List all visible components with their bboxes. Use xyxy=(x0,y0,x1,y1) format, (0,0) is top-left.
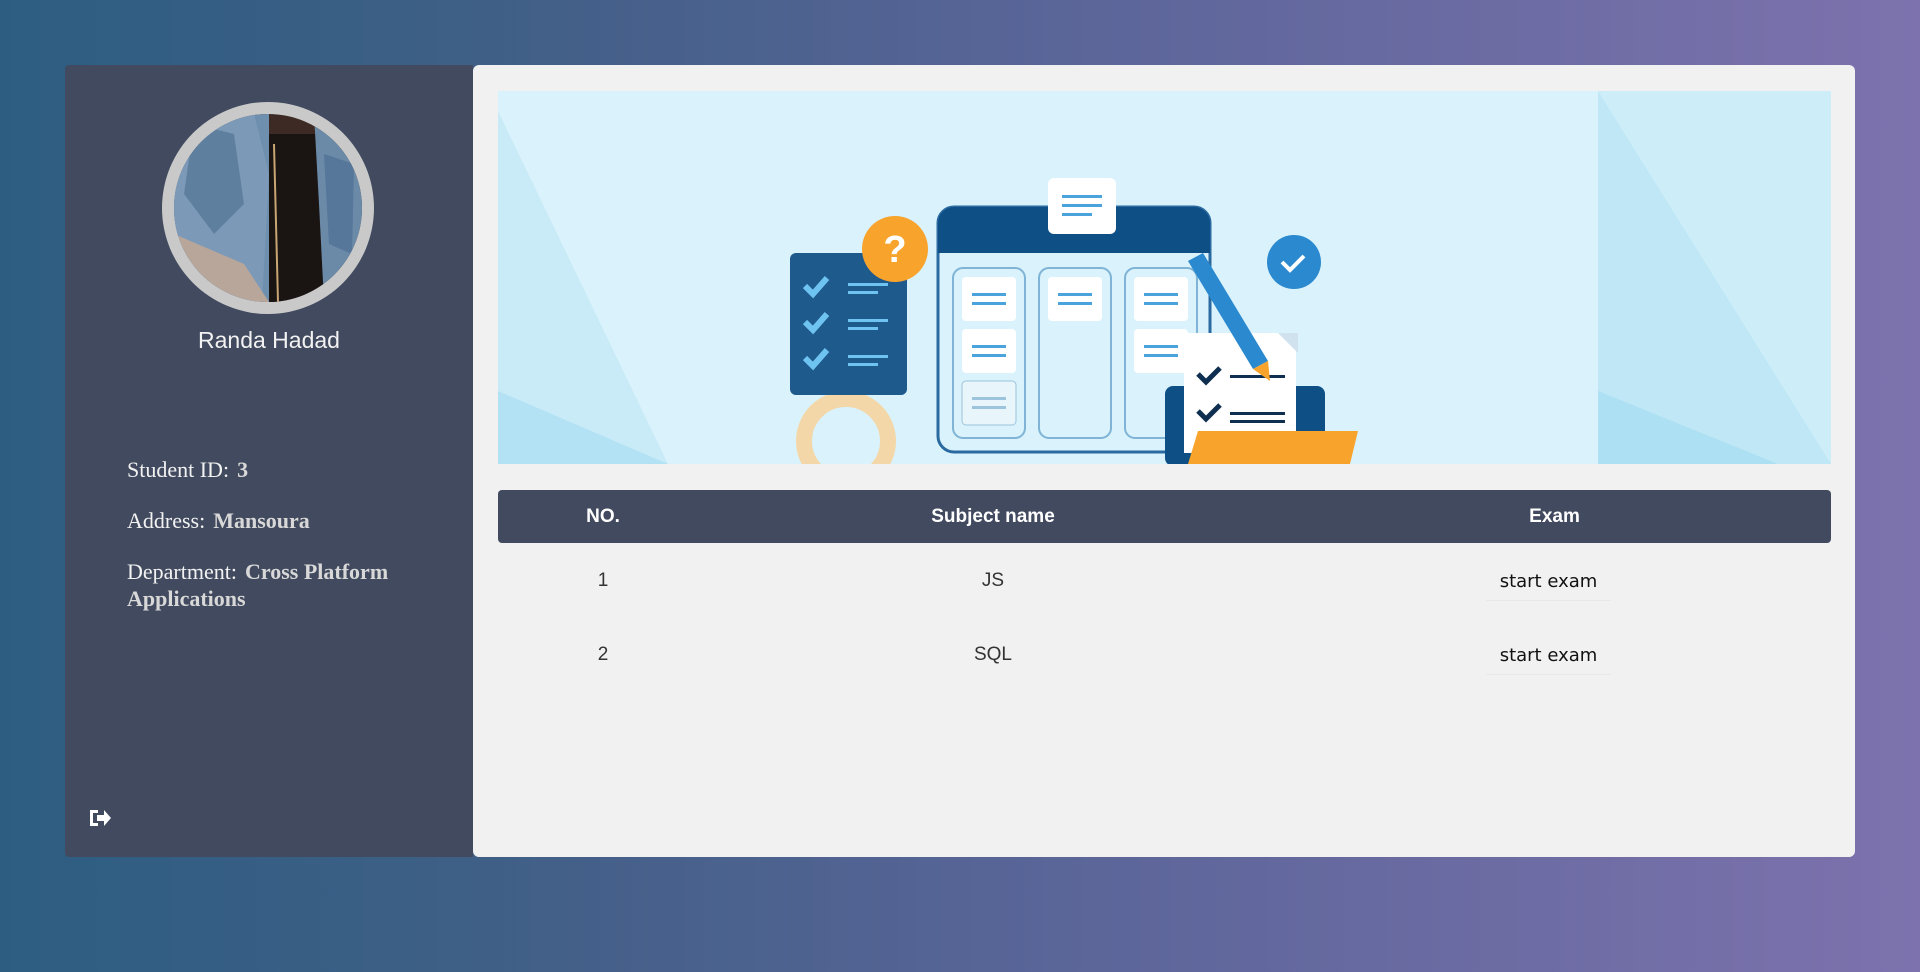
row-number: 1 xyxy=(597,570,609,591)
start-exam-cell: start exam xyxy=(1278,551,1831,611)
row-subject: JS xyxy=(981,570,1005,591)
start-exam-button[interactable]: start exam xyxy=(1485,562,1612,600)
table-row: 1 JS start exam xyxy=(498,551,1831,611)
profile-sidebar: Randa Hadad Student ID: 3 Address: Mansour… xyxy=(65,65,473,857)
address-label: Address: xyxy=(127,508,206,533)
main-panel: ? NO. Subject name Exam 1 JS start exam … xyxy=(473,65,1855,857)
student-id-label: Student ID: xyxy=(127,457,230,482)
header-subject-name: Subject name xyxy=(931,505,1055,527)
svg-text:?: ? xyxy=(883,229,906,271)
address-value: Mansoura xyxy=(213,508,310,533)
student-name: Randa Hadad xyxy=(198,327,340,353)
start-exam-cell: start exam xyxy=(1278,625,1831,685)
row-number: 2 xyxy=(597,644,609,665)
exam-banner-illustration: ? xyxy=(498,91,1831,464)
row-subject: SQL xyxy=(973,644,1013,665)
start-exam-button[interactable]: start exam xyxy=(1485,636,1612,674)
sign-out-icon[interactable] xyxy=(87,805,113,831)
department-label: Department: xyxy=(127,559,237,584)
student-id-value: 3 xyxy=(237,457,249,482)
header-no: NO. xyxy=(586,505,620,527)
avatar xyxy=(174,114,362,302)
table-row: 2 SQL start exam xyxy=(498,625,1831,685)
avatar-ring xyxy=(162,102,374,314)
department-row: Department: Cross Platform Applications xyxy=(127,558,427,612)
header-exam: Exam xyxy=(1529,505,1580,527)
app-shell: Randa Hadad Student ID: 3 Address: Mansour… xyxy=(65,65,1855,857)
address-row: Address: Mansoura xyxy=(127,507,427,534)
student-id-row: Student ID: 3 xyxy=(127,456,427,483)
subjects-table-header: NO. Subject name Exam xyxy=(498,490,1831,543)
